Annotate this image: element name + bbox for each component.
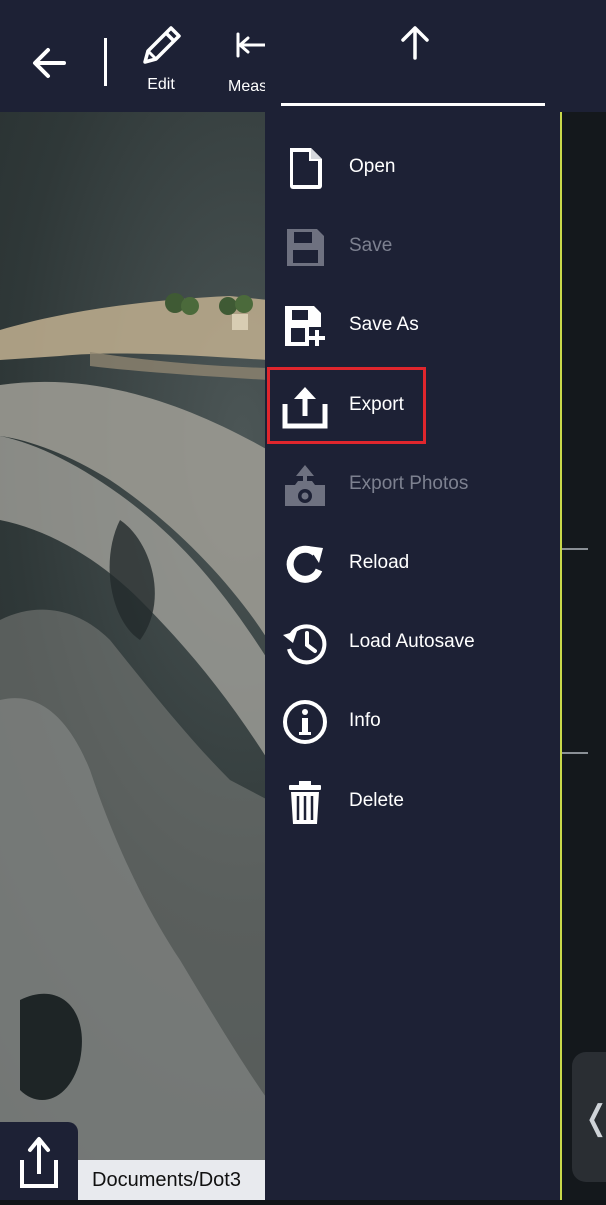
- right-panel-strip: [560, 0, 606, 1200]
- arrow-left-icon: [33, 48, 66, 78]
- collapse-up-button[interactable]: [395, 22, 435, 62]
- accent-line: [560, 0, 562, 1200]
- chevron-left-icon: ❬: [582, 1098, 606, 1138]
- export-highlight-box: [267, 367, 426, 444]
- arrow-up-icon: [401, 26, 429, 60]
- reload-icon: [286, 545, 323, 583]
- document-path-label: Documents/Dot3: [78, 1160, 265, 1200]
- menu-item-delete[interactable]: Delete: [265, 772, 560, 832]
- save-as-icon: [285, 306, 325, 346]
- menu-label-load-autosave: Load Autosave: [349, 631, 475, 652]
- menu-label-save-as: Save As: [349, 314, 419, 335]
- menu-item-open[interactable]: Open: [265, 138, 560, 198]
- scale-tick: [562, 752, 588, 754]
- menu-item-save[interactable]: Save: [265, 217, 560, 277]
- menu-label-reload: Reload: [349, 552, 410, 573]
- menu-item-save-as[interactable]: Save As: [265, 296, 560, 356]
- menu-label-save: Save: [349, 235, 393, 256]
- back-button[interactable]: [24, 38, 74, 88]
- menu-item-load-autosave[interactable]: Load Autosave: [265, 613, 560, 673]
- menu-item-export-photos[interactable]: Export Photos: [265, 455, 560, 515]
- share-button[interactable]: [0, 1122, 78, 1200]
- history-icon: [283, 624, 327, 665]
- measure-label: Meas: [228, 78, 268, 95]
- export-photos-icon: [285, 465, 325, 506]
- pencil-icon: [143, 26, 181, 64]
- file-icon: [290, 148, 322, 189]
- edit-button[interactable]: Edit: [128, 20, 194, 100]
- toolbar-divider: [104, 38, 107, 86]
- menu-item-reload[interactable]: Reload: [265, 534, 560, 594]
- menu-label-delete: Delete: [349, 790, 404, 811]
- trash-icon: [289, 781, 321, 824]
- file-menu-drawer: Open Save Save As Export Export Photos R…: [265, 0, 560, 1200]
- scale-tick: [562, 548, 588, 550]
- save-icon: [287, 229, 324, 266]
- menu-label-info: Info: [349, 710, 381, 731]
- menu-item-info[interactable]: Info: [265, 692, 560, 752]
- info-icon: [283, 700, 327, 744]
- side-panel-handle[interactable]: ❬: [572, 1052, 606, 1182]
- menu-label-open: Open: [349, 156, 396, 177]
- menu-label-export-photos: Export Photos: [349, 473, 469, 494]
- drawer-divider: [281, 103, 545, 106]
- edit-label: Edit: [147, 76, 175, 93]
- share-icon: [20, 1137, 58, 1188]
